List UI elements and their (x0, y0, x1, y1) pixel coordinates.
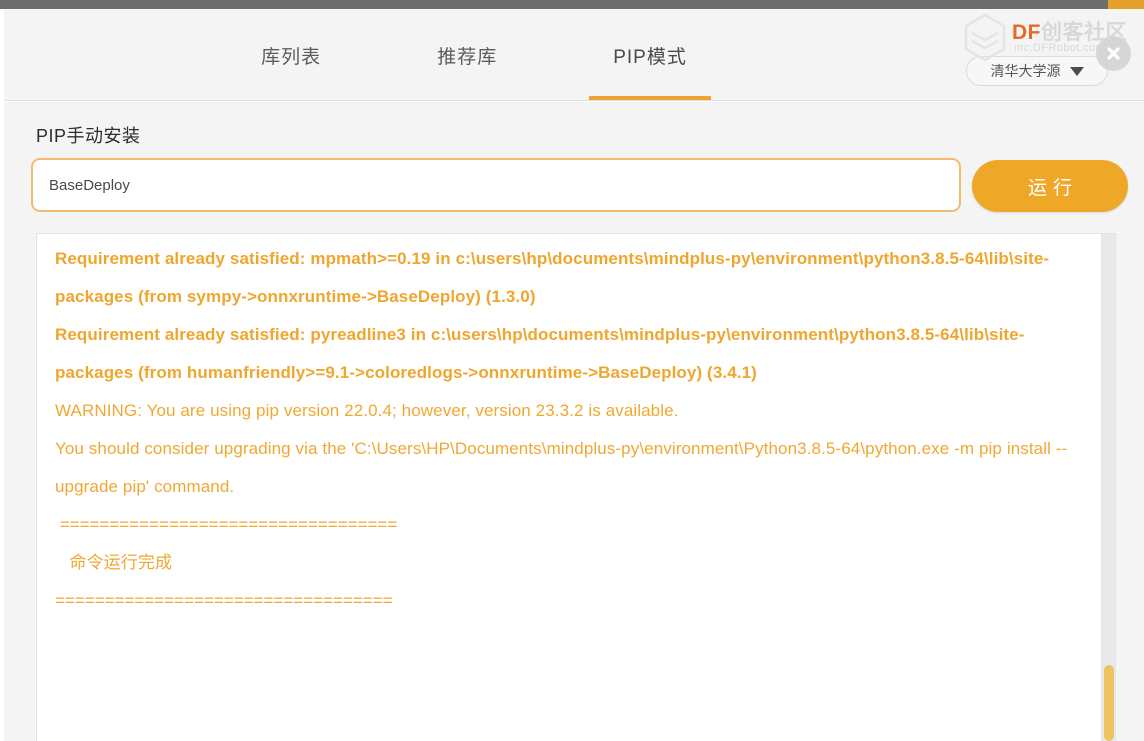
console-output-text: Requirement already satisfied: mpmath>=0… (37, 234, 1099, 741)
console-line-status: 命令运行完成 (55, 553, 173, 572)
source-select-dropdown[interactable]: 清华大学源 (966, 56, 1108, 86)
console-line: Requirement already satisfied: mpmath>=0… (55, 249, 1050, 306)
console-scrollbar[interactable] (1101, 234, 1115, 741)
tab-library-list[interactable]: 库列表 (233, 9, 349, 100)
pip-content-area: PIP手动安装 运行 Requirement already satisfied… (4, 102, 1144, 741)
chevron-down-icon (1069, 66, 1084, 76)
console-output: Requirement already satisfied: mpmath>=0… (36, 233, 1116, 741)
console-line: WARNING: You are using pip version 22.0.… (55, 401, 679, 420)
page-title: PIP手动安装 (36, 126, 141, 146)
console-line-separator: ================================== (55, 515, 398, 534)
run-button[interactable]: 运行 (972, 160, 1128, 212)
tab-label: PIP模式 (613, 46, 687, 68)
tab-recommended-library[interactable]: 推荐库 (409, 9, 525, 100)
console-line: Requirement already satisfied: pyreadlin… (55, 325, 1025, 382)
active-tab-indicator (589, 96, 711, 100)
tab-label: 库列表 (261, 46, 322, 68)
tab-label: 推荐库 (437, 46, 498, 68)
header-bar: 库列表 推荐库 PIP模式 清华大学源 DF创客社区 mc.DFRobot.co… (4, 9, 1144, 101)
titlebar-accent (1108, 0, 1144, 9)
console-line-separator: ================================== (55, 591, 393, 610)
close-button[interactable] (1096, 36, 1131, 71)
source-select-value: 清华大学源 (990, 63, 1061, 79)
tab-pip-mode[interactable]: PIP模式 (585, 9, 715, 100)
tab-list: 库列表 推荐库 PIP模式 (4, 9, 944, 100)
console-line: You should consider upgrading via the 'C… (55, 439, 1068, 496)
watermark-brand-prefix: DF (1012, 21, 1041, 44)
close-icon (1107, 47, 1120, 60)
console-scrollbar-thumb[interactable] (1104, 664, 1114, 741)
package-input-wrapper[interactable] (31, 158, 961, 212)
titlebar-strip (0, 0, 1144, 9)
pip-install-panel: 库列表 推荐库 PIP模式 清华大学源 DF创客社区 mc.DFRobot.co… (0, 0, 1144, 741)
package-name-input[interactable] (49, 176, 943, 194)
